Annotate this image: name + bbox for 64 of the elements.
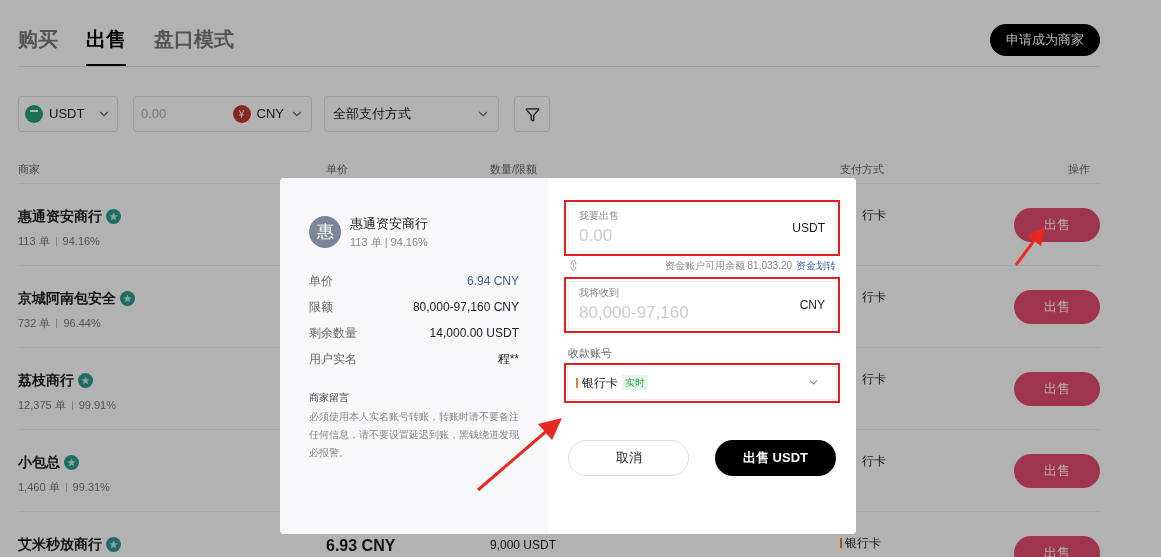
account-label: 收款账号 bbox=[568, 346, 613, 361]
detail-value: 80,000-97,160 CNY bbox=[412, 299, 519, 316]
account-select[interactable]: 银行卡 实时 bbox=[567, 365, 837, 400]
note-title: 商家留言 bbox=[309, 391, 350, 405]
filter-button[interactable] bbox=[514, 96, 550, 132]
tab[interactable]: 盘口模式 bbox=[154, 24, 234, 66]
merchant-name: 京城阿南包安全 bbox=[18, 289, 116, 308]
detail-value: 6.94 CNY bbox=[466, 273, 519, 290]
tether-icon bbox=[25, 105, 43, 123]
tab[interactable]: 出售 bbox=[86, 24, 126, 66]
order-count: 12,375 单 bbox=[18, 398, 66, 413]
order-count: 732 单 bbox=[18, 316, 51, 331]
payment-method: 行卡 bbox=[862, 207, 886, 224]
detail-label: 单价 bbox=[309, 273, 333, 290]
column-header: 数量/限额 bbox=[490, 162, 539, 178]
amount-input[interactable]: 0.00 bbox=[141, 104, 221, 124]
price: 6.93 CNY bbox=[326, 536, 397, 556]
column-header: 商家 bbox=[18, 162, 41, 178]
merchant-name: 艾米秒放商行 bbox=[18, 535, 102, 554]
balance-text: 资金账户可用余额 81,033.20 bbox=[664, 259, 792, 273]
tab[interactable]: 购买 bbox=[18, 24, 58, 66]
completion-rate: 99.91% bbox=[78, 398, 116, 413]
transfer-link[interactable]: 资金划转 bbox=[796, 258, 836, 273]
confirm-sell-button[interactable]: 出售 USDT bbox=[715, 439, 836, 476]
unit-label: USDT bbox=[792, 220, 825, 237]
fiat-label: CNY bbox=[256, 105, 284, 124]
merchant-name: 荔枝商行 bbox=[18, 371, 74, 390]
crypto-select[interactable]: USDT bbox=[18, 96, 118, 132]
order-count: 113 单 bbox=[18, 234, 50, 249]
merchant-name: 小包总 bbox=[18, 453, 60, 472]
column-header: 支付方式 bbox=[840, 162, 885, 178]
realtime-tag: 实时 bbox=[622, 375, 648, 390]
field-label: 我将收到 bbox=[579, 285, 620, 300]
detail-label: 限额 bbox=[309, 299, 333, 316]
arrow bbox=[1014, 226, 1045, 266]
pay-marker bbox=[576, 377, 578, 388]
payment-method: 行卡 bbox=[862, 371, 886, 388]
filter-icon bbox=[524, 106, 540, 122]
dialog-merchant-stats: 113 单 | 94.16% bbox=[350, 234, 428, 250]
completion-rate: 96.44% bbox=[63, 316, 101, 331]
apply-merchant-button[interactable]: 申请成为商家 bbox=[990, 24, 1100, 56]
detail-value: 程** bbox=[497, 351, 519, 368]
order-count: 1,460 单 bbox=[18, 480, 60, 495]
link-icon bbox=[568, 260, 579, 271]
completion-rate: 99.31% bbox=[72, 480, 110, 495]
detail-value: 14,000.00 USDT bbox=[429, 325, 519, 342]
completion-rate: 94.16% bbox=[62, 234, 100, 249]
merchant-note: 必须使用本人实名账号转账，转账时请不要备注任何信息，请不要设置延迟到账，黑钱绕道发现必报警。 bbox=[309, 410, 519, 460]
detail-label: 用户实名 bbox=[309, 351, 357, 368]
yuan-icon: ¥ bbox=[232, 105, 251, 123]
payment-method: 行卡 bbox=[862, 453, 886, 470]
amount-field[interactable]: 0.00 ¥ CNY bbox=[133, 96, 312, 132]
payment-method: 银行卡 bbox=[845, 535, 881, 552]
merchant-name: 惠通资安商行 bbox=[18, 207, 102, 226]
quantity: 9,000 USDT bbox=[490, 537, 558, 554]
column-header: 单价 bbox=[326, 162, 349, 178]
payment-method: 行卡 bbox=[862, 289, 886, 306]
field-label: 我要出售 bbox=[579, 208, 620, 223]
merchant-avatar: 惠 bbox=[309, 216, 341, 248]
detail-label: 剩余数量 bbox=[309, 325, 357, 342]
unit-label: CNY bbox=[799, 297, 825, 314]
payment-select[interactable]: 全部支付方式 bbox=[324, 96, 499, 132]
dialog-merchant-name: 惠通资安商行 bbox=[350, 215, 428, 233]
column-header: 操作 bbox=[1068, 162, 1090, 178]
